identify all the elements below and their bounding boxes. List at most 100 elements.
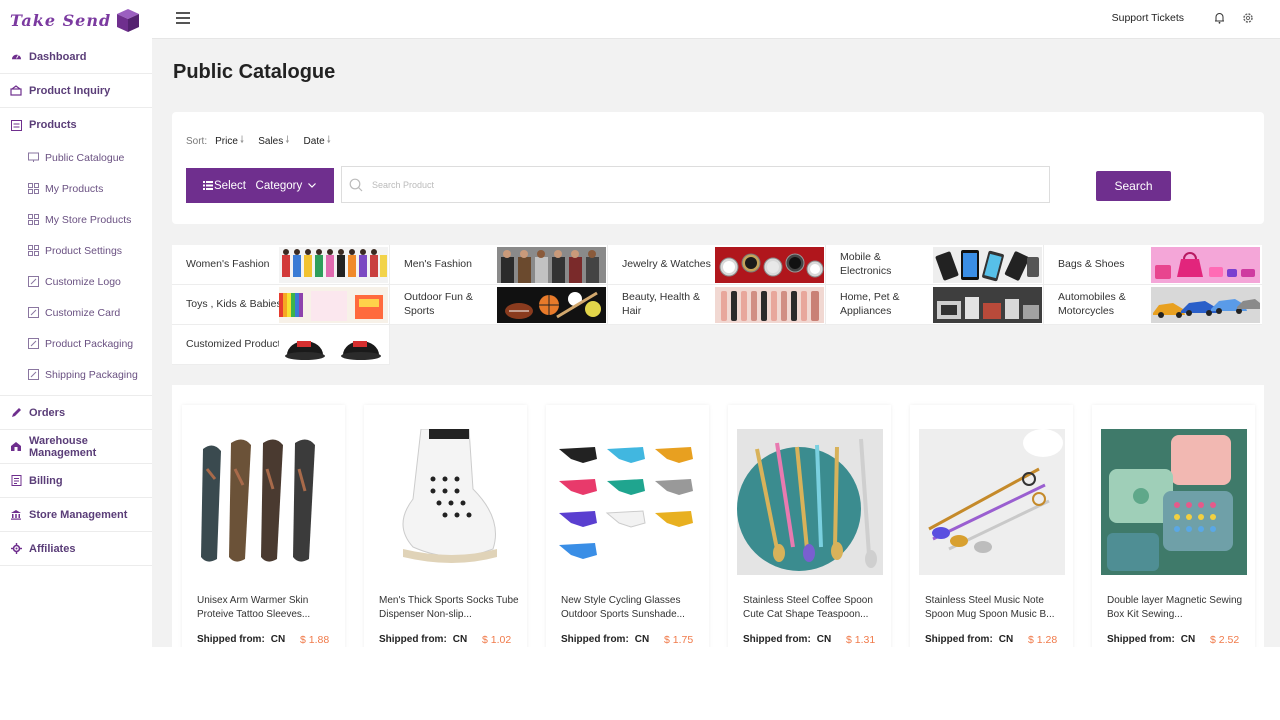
- arrow-down-icon: 🠗: [326, 135, 331, 146]
- category-image: [933, 287, 1042, 323]
- sidebar-item-dashboard[interactable]: Dashboard: [0, 40, 152, 74]
- sidebar-item-warehouse-management[interactable]: Warehouse Management: [0, 430, 152, 464]
- brand-logo[interactable]: Take Send: [0, 0, 152, 40]
- sort-option-label: Date: [303, 136, 325, 147]
- category-image: [1151, 287, 1260, 323]
- product-image: [737, 429, 883, 575]
- sidebar-item-label: Affiliates: [29, 542, 76, 555]
- sidebar-subitem-product-settings[interactable]: Product Settings: [0, 235, 152, 266]
- select-category-button[interactable]: Select Category: [186, 168, 334, 203]
- sidebar-subitem-customize-card[interactable]: Customize Card: [0, 297, 152, 328]
- sidebar-subitem-customize-logo[interactable]: Customize Logo: [0, 266, 152, 297]
- category-outdoor-fun-sports[interactable]: Outdoor Fun & Sports: [390, 285, 608, 325]
- sidebar-subitem-my-products[interactable]: My Products: [0, 173, 152, 204]
- chevron-down-icon: [308, 183, 317, 188]
- grid-icon: [28, 245, 39, 256]
- product-price: $ 1.02: [482, 634, 512, 646]
- sidebar-subitem-label: My Store Products: [45, 213, 132, 226]
- shipped-from-label: Shipped from:: [1107, 634, 1175, 645]
- gear-icon[interactable]: [1242, 12, 1254, 24]
- sidebar-subitem-label: Customize Card: [45, 306, 121, 319]
- product-card[interactable]: Stainless Steel Coffee Spoon Cute Cat Sh…: [728, 405, 891, 647]
- sidebar-item-product-inquiry[interactable]: Product Inquiry: [0, 74, 152, 108]
- dashboard-icon: [10, 51, 22, 63]
- product-price: $ 1.88: [300, 634, 330, 646]
- sort-label: Sort:: [186, 136, 208, 147]
- sidebar-subitem-label: Customize Logo: [45, 275, 121, 288]
- product-name: New Style Cycling Glasses Outdoor Sports…: [561, 595, 685, 620]
- sidebar-subitem-product-packaging[interactable]: Product Packaging: [0, 328, 152, 359]
- origin-country: CN: [1180, 634, 1196, 645]
- sidebar-item-affiliates[interactable]: Affiliates: [0, 532, 152, 566]
- origin-country: CN: [998, 634, 1014, 645]
- arrow-down-icon: 🠗: [239, 135, 245, 146]
- category-mobile-electronics[interactable]: Mobile & Electronics: [826, 245, 1044, 285]
- category-jewelry-watches[interactable]: Jewelry & Watches: [608, 245, 826, 285]
- category-image: [279, 287, 388, 323]
- products-icon: [10, 119, 22, 131]
- hamburger-menu-icon[interactable]: [176, 12, 190, 24]
- category-image: [933, 247, 1042, 283]
- support-tickets-link[interactable]: Support Tickets: [1112, 12, 1184, 24]
- category-image: [279, 327, 388, 363]
- shipped-from-label: Shipped from:: [561, 634, 629, 645]
- sidebar-subitem-my-store-products[interactable]: My Store Products: [0, 204, 152, 235]
- category-name: Automobiles & Motorcycles: [1058, 291, 1126, 317]
- sidebar-item-label: Store Management: [29, 508, 128, 521]
- category-image: [497, 287, 606, 323]
- arrow-down-icon: 🠗: [285, 135, 290, 146]
- category-bags-shoes[interactable]: Bags & Shoes: [1044, 245, 1262, 285]
- sidebar-item-label: Warehouse Management: [29, 434, 97, 459]
- sidebar-item-orders[interactable]: Orders: [0, 396, 152, 430]
- shipped-from-label: Shipped from:: [743, 634, 811, 645]
- product-card[interactable]: New Style Cycling Glasses Outdoor Sports…: [546, 405, 709, 647]
- category-grid: Women's Fashion Men's Fashion Jewelry & …: [172, 245, 1264, 365]
- product-name: Double layer Magnetic Sewing Box Kit Sew…: [1107, 595, 1243, 620]
- category-womens-fashion[interactable]: Women's Fashion: [172, 245, 390, 285]
- category-toys-kids-babies[interactable]: Toys , Kids & Babies: [172, 285, 390, 325]
- category-automobiles-motorcycles[interactable]: Automobiles & Motorcycles: [1044, 285, 1262, 325]
- sidebar-subitem-public-catalogue[interactable]: Public Catalogue: [0, 142, 152, 173]
- category-customized-product[interactable]: Customized Product: [172, 325, 390, 365]
- search-button[interactable]: Search: [1096, 171, 1171, 201]
- sidebar-item-label: Products: [29, 119, 77, 131]
- inquiry-icon: [10, 85, 22, 97]
- bell-icon[interactable]: [1214, 12, 1226, 24]
- billing-icon: [10, 475, 22, 487]
- sort-sales[interactable]: Sales 🠗: [258, 133, 289, 150]
- list-icon: [203, 181, 213, 190]
- product-card[interactable]: Double layer Magnetic Sewing Box Kit Sew…: [1092, 405, 1255, 647]
- sidebar-item-billing[interactable]: Billing: [0, 464, 152, 498]
- logo-cube-icon: [115, 7, 141, 33]
- sort-date[interactable]: Date 🠗: [304, 133, 331, 150]
- sidebar-item-products[interactable]: Products: [0, 108, 152, 142]
- topbar-actions: Support Tickets: [1112, 12, 1254, 24]
- products-submenu: Public Catalogue My Products My Store Pr…: [0, 142, 152, 396]
- category-image: [279, 247, 388, 283]
- category-mens-fashion[interactable]: Men's Fashion: [390, 245, 608, 285]
- product-card[interactable]: Stainless Steel Music Note Spoon Mug Spo…: [910, 405, 1073, 647]
- origin-country: CN: [452, 634, 468, 645]
- category-name: Mobile & Electronics: [840, 251, 892, 277]
- product-name: Unisex Arm Warmer Skin Proteive Tattoo S…: [197, 595, 311, 620]
- shipped-from: Shipped from: CN: [1107, 634, 1195, 645]
- product-card[interactable]: Men's Thick Sports Socks Tube Dispenser …: [364, 405, 527, 647]
- search-input[interactable]: [372, 179, 972, 190]
- sidebar-item-store-management[interactable]: Store Management: [0, 498, 152, 532]
- product-card[interactable]: Unisex Arm Warmer Skin Proteive Tattoo S…: [182, 405, 345, 647]
- monitor-icon: [28, 152, 39, 163]
- shipped-from: Shipped from: CN: [743, 634, 831, 645]
- category-home-pet-appliances[interactable]: Home, Pet & Appliances: [826, 285, 1044, 325]
- category-beauty-health-hair[interactable]: Beauty, Health & Hair: [608, 285, 826, 325]
- shipped-from: Shipped from: CN: [379, 634, 467, 645]
- select-category-label: Select Category: [214, 179, 303, 192]
- grid-icon: [28, 214, 39, 225]
- product-name: Stainless Steel Music Note Spoon Mug Spo…: [925, 595, 1055, 620]
- shipped-from: Shipped from: CN: [197, 634, 285, 645]
- category-name: Jewelry & Watches: [622, 258, 711, 271]
- sidebar-subitem-shipping-packaging[interactable]: Shipping Packaging: [0, 359, 152, 390]
- sidebar-item-label: Dashboard: [29, 50, 87, 63]
- edit-box-icon: [28, 307, 39, 318]
- sort-price[interactable]: Price 🠗: [215, 133, 244, 150]
- shipped-from-label: Shipped from:: [379, 634, 447, 645]
